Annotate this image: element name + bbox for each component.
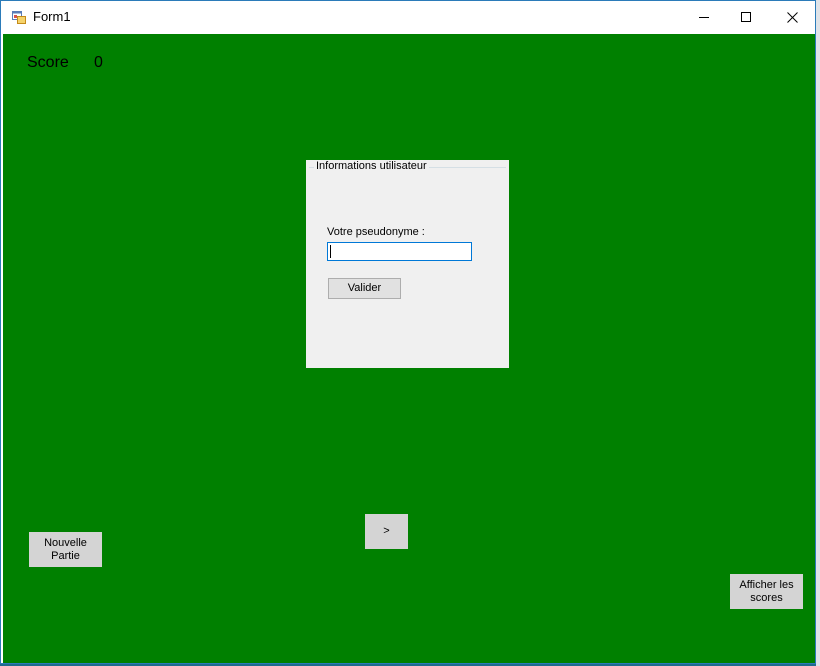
title-bar[interactable]: Form1 [1, 1, 815, 33]
pseudonym-input[interactable] [327, 242, 472, 261]
minimize-button[interactable] [681, 1, 727, 33]
app-window: Form1 Score 0 Informations utilisateur V… [0, 0, 816, 664]
close-icon [786, 11, 798, 23]
maximize-icon [741, 12, 751, 22]
form-client-area: Score 0 Informations utilisateur Votre p… [3, 34, 815, 663]
groupbox-title: Informations utilisateur [314, 160, 429, 172]
score-value: 0 [94, 54, 103, 71]
winforms-app-icon [12, 11, 26, 24]
validate-button[interactable]: Valider [328, 278, 401, 299]
close-button[interactable] [769, 1, 815, 33]
user-info-panel: Informations utilisateur Votre pseudonym… [306, 160, 509, 368]
pseudonym-label: Votre pseudonyme : [327, 226, 425, 238]
new-game-button[interactable]: Nouvelle Partie [29, 532, 102, 567]
user-info-groupbox [309, 167, 506, 364]
score-label: Score [27, 54, 69, 71]
screen: Form1 Score 0 Informations utilisateur V… [0, 0, 820, 666]
text-caret [330, 245, 331, 258]
next-button[interactable]: > [365, 514, 408, 549]
desktop-edge [816, 0, 820, 666]
show-scores-button[interactable]: Afficher les scores [730, 574, 803, 609]
minimize-icon [699, 17, 709, 18]
maximize-button[interactable] [723, 1, 769, 33]
window-title: Form1 [33, 9, 71, 24]
